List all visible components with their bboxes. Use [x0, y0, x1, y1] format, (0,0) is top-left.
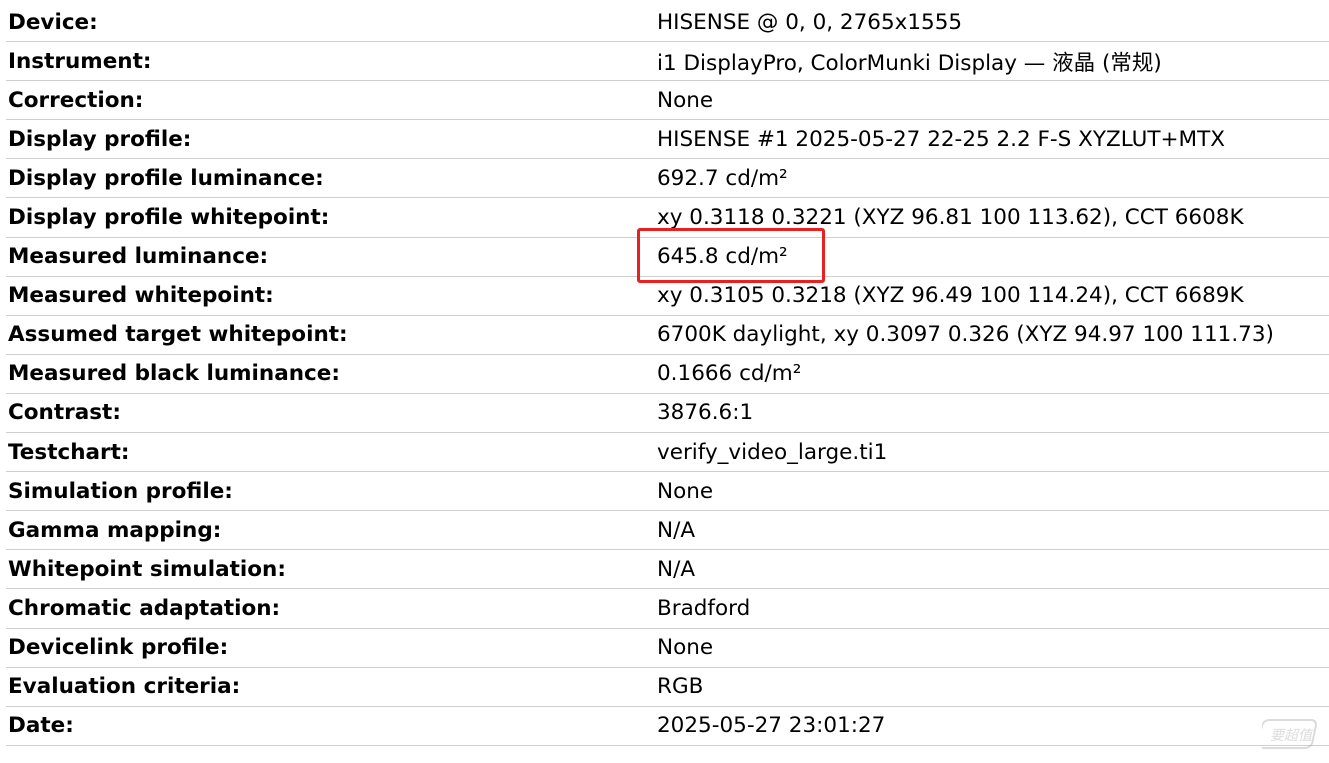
row-label: Correction: [8, 87, 144, 113]
report-table: Device: HISENSE @ 0, 0, 2765x1555 Instru… [6, 3, 1329, 746]
highlight-box [637, 228, 825, 283]
row-label: Assumed target whitepoint: [8, 322, 348, 348]
row-value: i1 DisplayPro, ColorMunki Display — 液晶 (… [657, 50, 1162, 76]
row-contrast: Contrast: 3876.6:1 [6, 394, 1329, 434]
row-label: Display profile whitepoint: [8, 205, 330, 231]
row-label: Instrument: [8, 48, 152, 74]
row-value: 692.7 cd/m² [657, 165, 788, 191]
row-display-profile-luminance: Display profile luminance: 692.7 cd/m² [6, 159, 1329, 199]
row-value: xy 0.3105 0.3218 (XYZ 96.49 100 114.24),… [657, 283, 1244, 309]
row-value: HISENSE #1 2025-05-27 22-25 2.2 F-S XYZL… [657, 126, 1225, 152]
row-label: Measured luminance: [8, 244, 269, 270]
row-value: None [657, 87, 714, 113]
row-chromatic-adaptation: Chromatic adaptation: Bradford [6, 589, 1329, 629]
row-evaluation-criteria: Evaluation criteria: RGB [6, 668, 1329, 707]
row-value: None [657, 478, 714, 504]
row-label: Gamma mapping: [8, 517, 222, 543]
row-value: verify_video_large.ti1 [657, 439, 888, 465]
row-devicelink-profile: Devicelink profile: None [6, 629, 1329, 668]
row-correction: Correction: None [6, 81, 1329, 121]
row-value: RGB [657, 674, 704, 700]
row-value: 2025-05-27 23:01:27 [657, 713, 886, 739]
row-label: Whitepoint simulation: [8, 556, 286, 582]
row-label: Date: [8, 713, 74, 739]
row-label: Contrast: [8, 400, 121, 426]
row-label: Chromatic adaptation: [8, 595, 281, 621]
row-label: Display profile luminance: [8, 165, 324, 191]
row-value: 0.1666 cd/m² [657, 361, 802, 387]
row-label: Simulation profile: [8, 478, 233, 504]
row-label: Measured black luminance: [8, 361, 340, 387]
row-value: 3876.6:1 [657, 400, 754, 426]
row-value: 6700K daylight, xy 0.3097 0.326 (XYZ 94.… [657, 322, 1274, 348]
row-value: HISENSE @ 0, 0, 2765x1555 [657, 9, 963, 35]
row-gamma-mapping: Gamma mapping: N/A [6, 511, 1329, 551]
row-value: xy 0.3118 0.3221 (XYZ 96.81 100 113.62),… [657, 205, 1244, 231]
row-instrument: Instrument: i1 DisplayPro, ColorMunki Di… [6, 42, 1329, 82]
row-date: Date: 2025-05-27 23:01:27 [6, 707, 1329, 746]
row-label: Devicelink profile: [8, 635, 229, 661]
row-measured-black-luminance: Measured black luminance: 0.1666 cd/m² [6, 355, 1329, 394]
row-label: Testchart: [8, 439, 130, 465]
row-assumed-target-whitepoint: Assumed target whitepoint: 6700K dayligh… [6, 316, 1329, 355]
row-label: Measured whitepoint: [8, 283, 274, 309]
row-value: N/A [657, 556, 696, 582]
row-device: Device: HISENSE @ 0, 0, 2765x1555 [6, 3, 1329, 43]
row-label: Device: [8, 9, 98, 35]
row-label: Evaluation criteria: [8, 674, 241, 700]
row-display-profile: Display profile: HISENSE #1 2025-05-27 2… [6, 120, 1329, 160]
watermark-logo-icon: 要超值 [1262, 719, 1318, 749]
row-value: N/A [657, 517, 696, 543]
row-simulation-profile: Simulation profile: None [6, 472, 1329, 512]
row-testchart: Testchart: verify_video_large.ti1 [6, 433, 1329, 473]
row-whitepoint-simulation: Whitepoint simulation: N/A [6, 550, 1329, 590]
row-value: None [657, 635, 714, 661]
watermark-text: 要超值 [1270, 728, 1314, 744]
row-value: Bradford [657, 595, 751, 621]
row-label: Display profile: [8, 126, 192, 152]
